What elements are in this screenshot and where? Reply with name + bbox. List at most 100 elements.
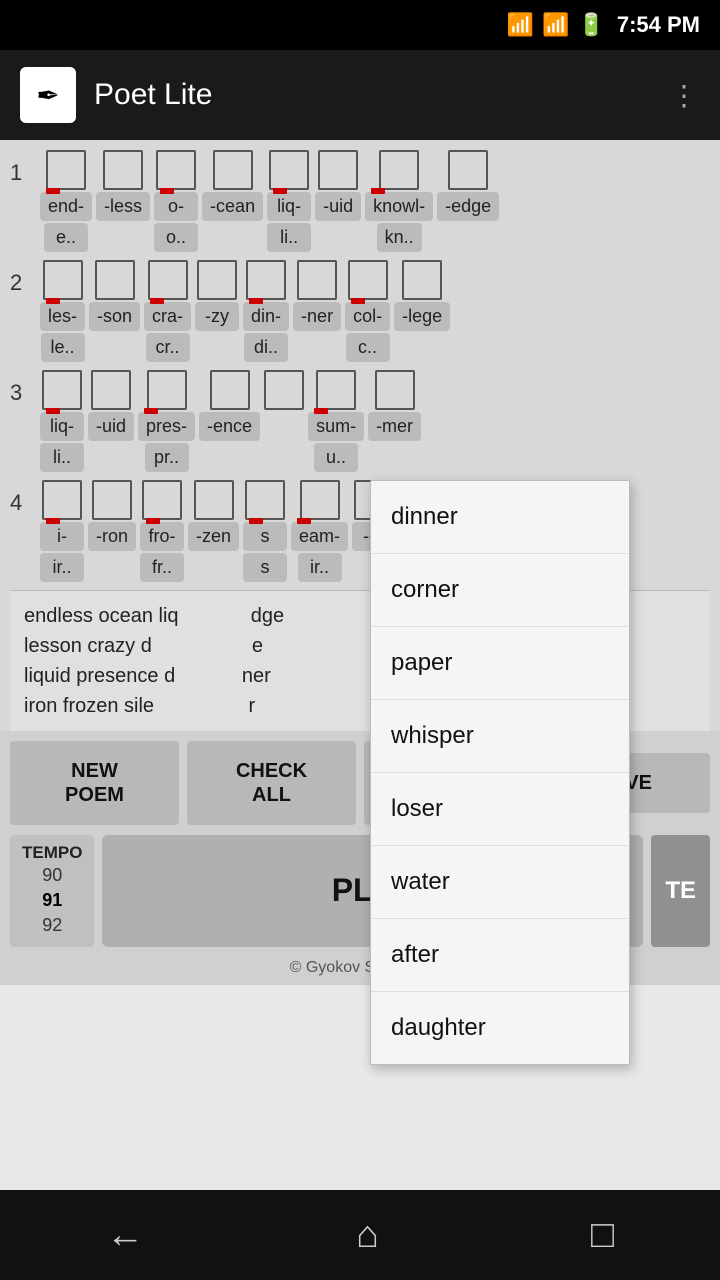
word-chip[interactable]: -uid [315,192,361,221]
word-chip-abbr[interactable]: fr.. [140,553,184,582]
tempo-value-91[interactable]: 91 [42,888,62,913]
word-chip-abbr[interactable]: s [243,553,287,582]
tempo-values: 90 91 92 [42,863,62,939]
check-all-button[interactable]: CHECKALL [187,741,356,825]
word-chip-abbr[interactable]: ir.. [40,553,84,582]
checkbox[interactable] [91,370,131,410]
word-chip[interactable]: -cean [202,192,263,221]
checkbox[interactable] [210,370,250,410]
dropdown-item-paper[interactable]: paper [371,627,629,700]
cell-group: les- le.. [40,260,85,362]
back-button[interactable]: ← [106,1214,144,1257]
synth-button[interactable]: TE [651,835,710,947]
word-chip-abbr[interactable]: u.. [314,443,358,472]
word-chip[interactable]: knowl- [365,192,433,221]
checkbox[interactable] [300,480,340,520]
checkbox[interactable] [213,150,253,190]
row-number-4: 4 [10,480,40,516]
cell-group: cra- cr.. [144,260,191,362]
word-chip-abbr[interactable]: e.. [44,223,88,252]
tempo-value-92[interactable]: 92 [42,913,62,938]
checkbox[interactable] [95,260,135,300]
word-chip[interactable]: pres- [138,412,195,441]
checkbox[interactable] [43,260,83,300]
dropdown-item-daughter[interactable]: daughter [371,992,629,1064]
checkbox[interactable] [92,480,132,520]
word-chip-abbr[interactable]: li.. [267,223,311,252]
checkbox[interactable] [318,150,358,190]
checkbox[interactable] [148,260,188,300]
word-chip[interactable]: i- [40,522,84,551]
dropdown-item-water[interactable]: water [371,846,629,919]
checkbox[interactable] [46,150,86,190]
tempo-value-90[interactable]: 90 [42,863,62,888]
checkbox[interactable] [245,480,285,520]
word-chip[interactable]: -less [96,192,150,221]
status-icons: 📶 📶 🔋 [507,12,605,38]
checkbox[interactable] [297,260,337,300]
word-chip-abbr[interactable]: le.. [41,333,85,362]
checkbox[interactable] [197,260,237,300]
checkbox[interactable] [448,150,488,190]
checkbox[interactable] [147,370,187,410]
recents-button[interactable]: □ [591,1214,614,1257]
word-chip[interactable]: -mer [368,412,421,441]
word-chip[interactable]: liq- [267,192,311,221]
word-chip-abbr[interactable]: di.. [244,333,288,362]
checkbox[interactable] [402,260,442,300]
word-chip[interactable]: col- [345,302,390,331]
cell-group: eam- ir.. [291,480,348,582]
new-poem-button[interactable]: NEWPOEM [10,741,179,825]
word-chip[interactable]: -ron [88,522,136,551]
word-chip[interactable]: -uid [88,412,134,441]
checkbox[interactable] [194,480,234,520]
word-chip[interactable]: -zen [188,522,239,551]
checkbox[interactable] [142,480,182,520]
home-button[interactable]: ⌂ [356,1214,379,1257]
word-chip[interactable]: -son [89,302,140,331]
dropdown-item-loser[interactable]: loser [371,773,629,846]
dropdown-item-whisper[interactable]: whisper [371,700,629,773]
checkbox[interactable] [379,150,419,190]
checkbox[interactable] [348,260,388,300]
dropdown-item-corner[interactable]: corner [371,554,629,627]
word-chip[interactable]: -edge [437,192,499,221]
word-chip[interactable]: eam- [291,522,348,551]
checkbox[interactable] [316,370,356,410]
checkbox[interactable] [246,260,286,300]
word-chip[interactable]: sum- [308,412,364,441]
checkbox[interactable] [42,370,82,410]
word-chip-abbr[interactable]: pr.. [145,443,189,472]
checkbox[interactable] [375,370,415,410]
checkbox[interactable] [269,150,309,190]
word-chip-abbr[interactable]: ir.. [298,553,342,582]
checkbox[interactable] [42,480,82,520]
word-chip-abbr[interactable]: o.. [154,223,198,252]
checkbox[interactable] [156,150,196,190]
checkbox[interactable] [264,370,304,410]
poem-row-2: 2 les- le.. -son cra- cr.. -zy [10,260,710,362]
word-chip[interactable]: din- [243,302,289,331]
checkbox[interactable] [103,150,143,190]
dropdown-item-dinner[interactable]: dinner [371,481,629,554]
word-chip-abbr[interactable]: c.. [346,333,390,362]
word-chip[interactable]: s [243,522,287,551]
word-chip[interactable]: fro- [140,522,184,551]
word-chip[interactable]: -ner [293,302,341,331]
app-icon: ✒ [20,67,76,123]
battery-icon: 🔋 [577,12,604,38]
cell-group: i- ir.. [40,480,84,582]
word-chip[interactable]: liq- [40,412,84,441]
word-chip[interactable]: -zy [195,302,239,331]
menu-button[interactable]: ⋮ [670,79,700,112]
word-chip-abbr[interactable]: li.. [40,443,84,472]
word-chip[interactable]: cra- [144,302,191,331]
word-chip-abbr[interactable]: cr.. [146,333,190,362]
word-chip[interactable]: -ence [199,412,260,441]
dropdown-item-after[interactable]: after [371,919,629,992]
word-chip[interactable]: -lege [394,302,450,331]
word-chip-abbr[interactable]: kn.. [377,223,422,252]
word-chip[interactable]: end- [40,192,92,221]
word-chip[interactable]: o- [154,192,198,221]
word-chip[interactable]: les- [40,302,85,331]
